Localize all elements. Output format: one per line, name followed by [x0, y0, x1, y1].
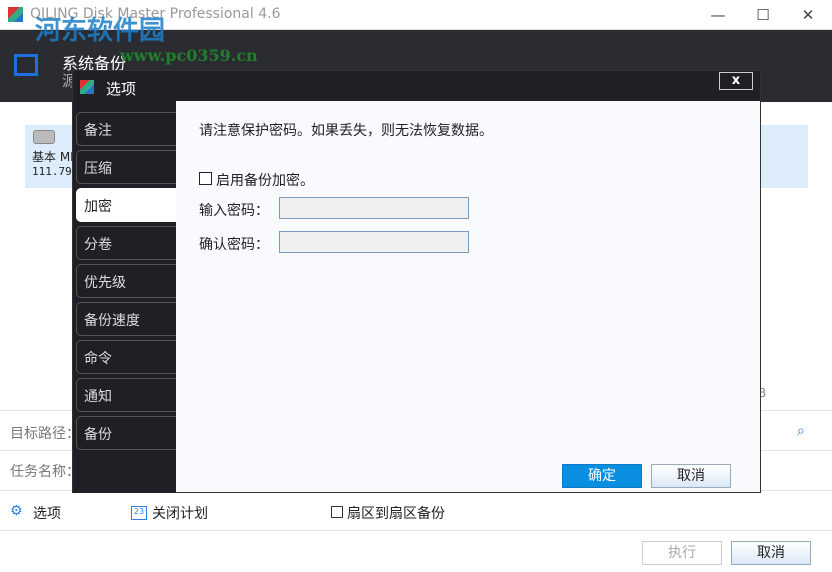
maximize-button[interactable]: ☐ [748, 4, 778, 26]
confirm-password-label: 确认密码： [199, 237, 269, 253]
minimize-button[interactable]: — [703, 4, 733, 26]
tab-notes[interactable]: 备注 [76, 112, 176, 146]
dialog-sidebar: 备注 压缩 加密 分卷 优先级 备份速度 命令 通知 备份 [73, 101, 176, 493]
tab-priority[interactable]: 优先级 [76, 264, 176, 298]
options-link[interactable]: 选项 [33, 503, 61, 523]
tab-backup[interactable]: 备份 [76, 416, 176, 450]
watermark-url: www.pc0359.cn [120, 46, 258, 65]
footer-cancel-button[interactable]: 取消 [731, 541, 811, 565]
enable-encryption-label: 启用备份加密。 [216, 173, 314, 189]
system-backup-icon [14, 54, 38, 76]
password-label: 输入密码： [199, 203, 269, 219]
tab-encryption[interactable]: 加密 [76, 188, 176, 222]
dialog-logo-icon [80, 80, 94, 94]
dialog-close-button[interactable]: x [719, 72, 753, 90]
enable-encryption-checkbox[interactable] [199, 172, 212, 185]
tab-compression[interactable]: 压缩 [76, 150, 176, 184]
gear-icon: ⚙ [10, 503, 23, 519]
browse-icon[interactable]: ⌕ [797, 423, 805, 439]
options-row: ⚙ 选项 23 关闭计划 扇区到扇区备份 [0, 490, 832, 530]
schedule-link[interactable]: 关闭计划 [152, 503, 208, 523]
sector-checkbox[interactable] [331, 506, 343, 518]
calendar-icon: 23 [131, 506, 147, 520]
confirm-password-input[interactable] [279, 231, 469, 253]
disk-size: 111.79 [32, 165, 72, 178]
tab-command[interactable]: 命令 [76, 340, 176, 374]
close-button[interactable]: ✕ [793, 4, 823, 26]
task-name-label: 任务名称： [10, 464, 80, 480]
password-input[interactable] [279, 197, 469, 219]
execute-button[interactable]: 执行 [642, 541, 722, 565]
hard-disk-icon [33, 130, 55, 144]
app-logo-icon [8, 7, 23, 22]
dialog-title-bar: 选项 x [73, 71, 760, 101]
footer: 执行 取消 [0, 530, 832, 572]
watermark-site: 河东软件园 [35, 16, 166, 46]
options-dialog: 选项 x 备注 压缩 加密 分卷 优先级 备份速度 命令 通知 备份 请注意保护… [72, 70, 761, 493]
encryption-notice: 请注意保护密码。如果丢失，则无法恢复数据。 [199, 123, 493, 139]
tab-split[interactable]: 分卷 [76, 226, 176, 260]
tab-backup-speed[interactable]: 备份速度 [76, 302, 176, 336]
dialog-title: 选项 [106, 80, 137, 98]
ok-button[interactable]: 确定 [562, 464, 642, 488]
dialog-cancel-button[interactable]: 取消 [651, 464, 731, 488]
tab-notification[interactable]: 通知 [76, 378, 176, 412]
sector-label: 扇区到扇区备份 [347, 506, 445, 522]
target-path-label: 目标路径： [10, 426, 80, 442]
